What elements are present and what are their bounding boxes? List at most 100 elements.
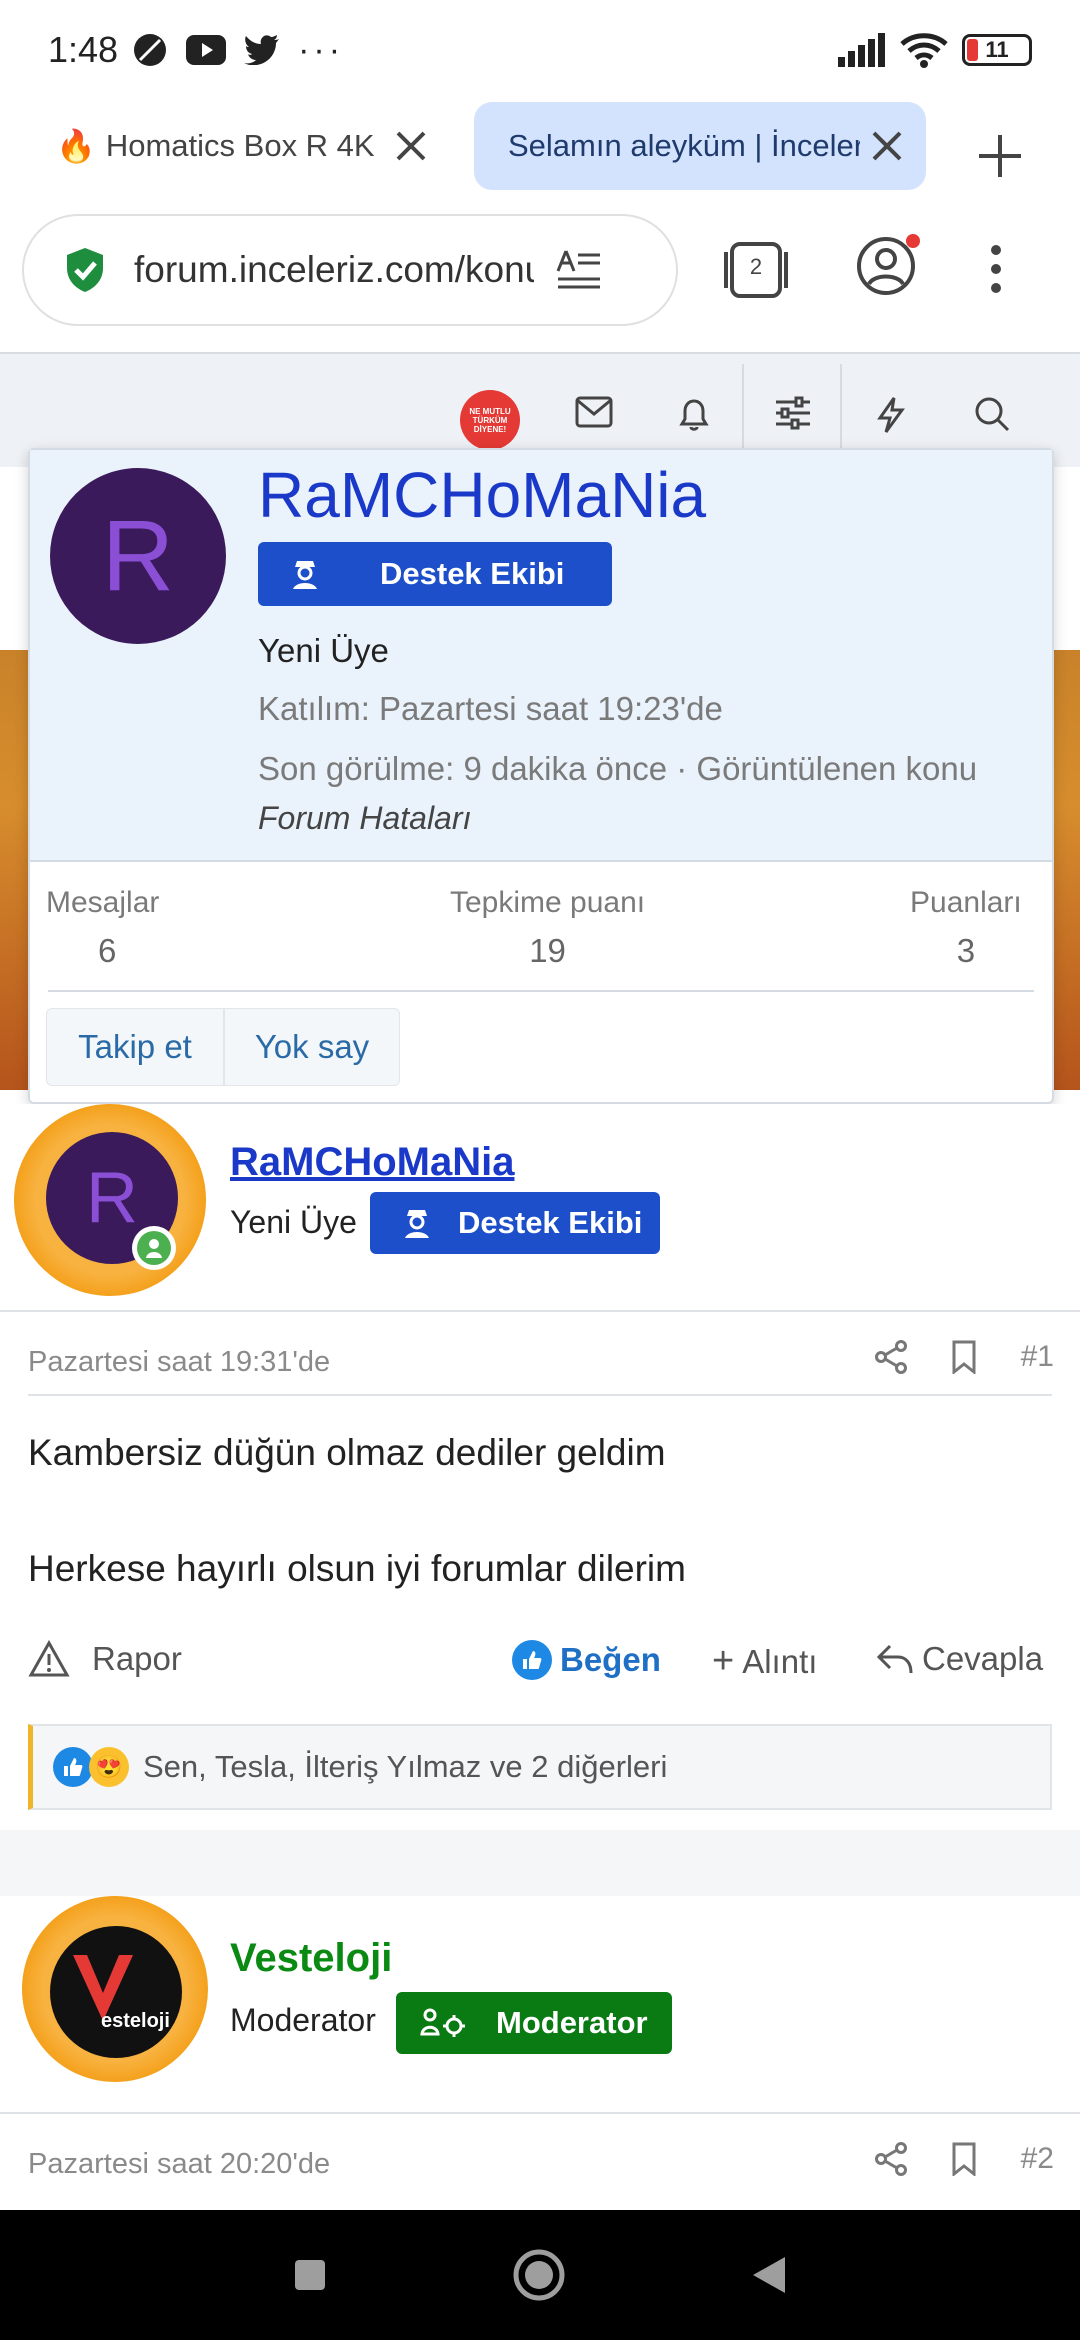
member-actions: Takip et Yok say: [46, 1008, 400, 1086]
divider: [0, 2112, 1080, 2114]
tab-count: 2: [749, 254, 763, 279]
ignore-button[interactable]: Yok say: [225, 1009, 399, 1085]
bell-icon[interactable]: [676, 396, 712, 432]
ataturk-badge[interactable]: NE MUTLU TÜRKÜM DİYENE!: [460, 390, 520, 450]
plus-icon: +: [712, 1640, 735, 1682]
address-bar: forum.inceleriz.com/konu 2: [0, 200, 1080, 340]
stat-messages[interactable]: Mesajlar 6: [46, 886, 159, 970]
report-label: Rapor: [92, 1640, 182, 1677]
omnibox[interactable]: forum.inceleriz.com/konu: [22, 214, 678, 326]
vestel-logo-icon: esteloji: [73, 1955, 170, 2032]
close-icon[interactable]: [860, 119, 914, 173]
member-name[interactable]: RaMCHoMaNia: [258, 458, 706, 532]
plus-icon: [979, 135, 1021, 177]
tab-homatics[interactable]: 🔥 Homatics Box R 4K: [40, 102, 450, 190]
status-bar: 1:48 ··· 11: [0, 0, 1080, 100]
reactions-bar[interactable]: 😍 Sen, Tesla, İlteriş Yılmaz ve 2 diğerl…: [28, 1724, 1052, 1810]
post-tools: #2: [874, 2142, 1054, 2176]
post-number[interactable]: #1: [1021, 1340, 1054, 1374]
avatar-text: esteloji: [101, 2010, 170, 2032]
bookmark-icon[interactable]: [951, 1340, 977, 1374]
online-indicator: [132, 1226, 176, 1270]
love-reaction-icon: 😍: [89, 1747, 129, 1787]
reply-icon: [876, 1644, 913, 1674]
post-body-line: Herkese hayırlı olsun iyi forumlar diler…: [28, 1548, 686, 1589]
reply-label: Cevapla: [922, 1640, 1044, 1677]
tab-switcher-button[interactable]: 2: [722, 240, 790, 305]
member-role: Yeni Üye: [258, 632, 389, 669]
quote-button[interactable]: + Alıntı: [712, 1640, 817, 1683]
agent-icon: [405, 1210, 429, 1238]
stat-points[interactable]: Puanları 3: [910, 886, 1022, 970]
avatar[interactable]: R: [50, 468, 226, 644]
stat-reaction-score[interactable]: Tepkime puanı 19: [450, 886, 645, 970]
filter-sliders-icon[interactable]: [774, 396, 812, 430]
share-icon[interactable]: [874, 1340, 907, 1374]
badge-label: Moderator: [496, 2005, 648, 2040]
viewed-topic-link[interactable]: Forum Hataları: [258, 800, 471, 837]
recents-icon[interactable]: [293, 2258, 327, 2292]
like-button[interactable]: Beğen: [512, 1640, 661, 1680]
stat-value: 3: [956, 932, 976, 969]
quote-label: Alıntı: [742, 1642, 818, 1680]
fire-icon: 🔥: [56, 128, 96, 164]
report-button[interactable]: Rapor: [28, 1640, 182, 1678]
divider: [48, 990, 1034, 992]
data-saver-icon: [134, 34, 167, 66]
close-icon[interactable]: [384, 119, 438, 173]
divider: [0, 1310, 1080, 1312]
menu-button[interactable]: [990, 244, 1002, 299]
battery-icon: 11: [962, 34, 1032, 66]
header-divider: [840, 364, 842, 459]
youtube-icon: [186, 35, 227, 65]
tab-inceleriz[interactable]: Selamın aleyküm | İnceleriz: [474, 102, 926, 190]
member-tooltip-header: R RaMCHoMaNia Destek Ekibi Yeni Üye Katı…: [30, 450, 1052, 862]
shield-check-icon: [67, 248, 103, 292]
notification-dot: [906, 234, 920, 248]
users-cog-icon: [420, 2008, 465, 2037]
post-date[interactable]: Pazartesi saat 20:20'de: [28, 2148, 330, 2181]
stat-label: Puanları: [910, 886, 1022, 919]
stat-value: 6: [98, 932, 117, 969]
share-icon[interactable]: [874, 2142, 907, 2176]
post-author-block: R RaMCHoMaNia Yeni Üye Destek Ekibi: [0, 1104, 1080, 1314]
stat-value: 19: [529, 932, 566, 969]
tab-strip: 🔥 Homatics Box R 4K Selamın aleyküm | İn…: [0, 100, 1080, 200]
battery-level: 11: [985, 37, 1009, 62]
kebab-menu-icon: [991, 245, 1001, 293]
url-text[interactable]: forum.inceleriz.com/konu: [134, 249, 534, 291]
status-time: 1:48: [48, 29, 119, 70]
home-icon[interactable]: [512, 2248, 566, 2302]
new-tab-button[interactable]: [968, 124, 1032, 188]
stat-label: Mesajlar: [46, 886, 160, 919]
divider: [28, 1394, 1052, 1396]
bookmark-icon[interactable]: [951, 2142, 977, 2176]
moderator-badge: Moderator: [396, 1992, 672, 2054]
post-body-line: Kambersiz düğün olmaz dediler geldim: [28, 1432, 666, 1473]
back-icon[interactable]: [751, 2255, 787, 2295]
tab-title: Homatics Box R 4K: [105, 128, 375, 163]
post-date[interactable]: Pazartesi saat 19:31'de: [28, 1346, 330, 1379]
member-last-seen: Son görülme: 9 dakika önce · Görüntülene…: [258, 750, 978, 787]
post-author-name[interactable]: Vesteloji: [230, 1936, 392, 1981]
search-icon[interactable]: [974, 396, 1010, 432]
tab-title: Selamın aleyküm | İnceleriz: [508, 128, 860, 163]
badge-label: Destek Ekibi: [458, 1205, 643, 1240]
reply-button[interactable]: Cevapla: [876, 1640, 1043, 1678]
system-navigation-bar: [0, 2210, 1080, 2340]
member-tooltip: R RaMCHoMaNia Destek Ekibi Yeni Üye Katı…: [28, 448, 1054, 1104]
post-number[interactable]: #2: [1021, 2142, 1054, 2176]
avatar[interactable]: esteloji: [50, 1926, 182, 2058]
header-divider: [742, 364, 744, 459]
lightning-icon[interactable]: [876, 396, 906, 434]
reader-mode-icon[interactable]: [556, 249, 602, 291]
follow-button[interactable]: Takip et: [47, 1009, 223, 1085]
envelope-icon[interactable]: [575, 396, 613, 428]
post-author-role: Moderator: [230, 2002, 376, 2038]
stat-label: Tepkime puanı: [450, 886, 646, 919]
agent-icon: [293, 561, 317, 589]
support-team-badge: Destek Ekibi: [370, 1192, 660, 1254]
badge-label: Destek Ekibi: [380, 556, 565, 591]
post-author-name[interactable]: RaMCHoMaNia: [230, 1140, 514, 1185]
post-author-role: Yeni Üye: [230, 1204, 357, 1240]
